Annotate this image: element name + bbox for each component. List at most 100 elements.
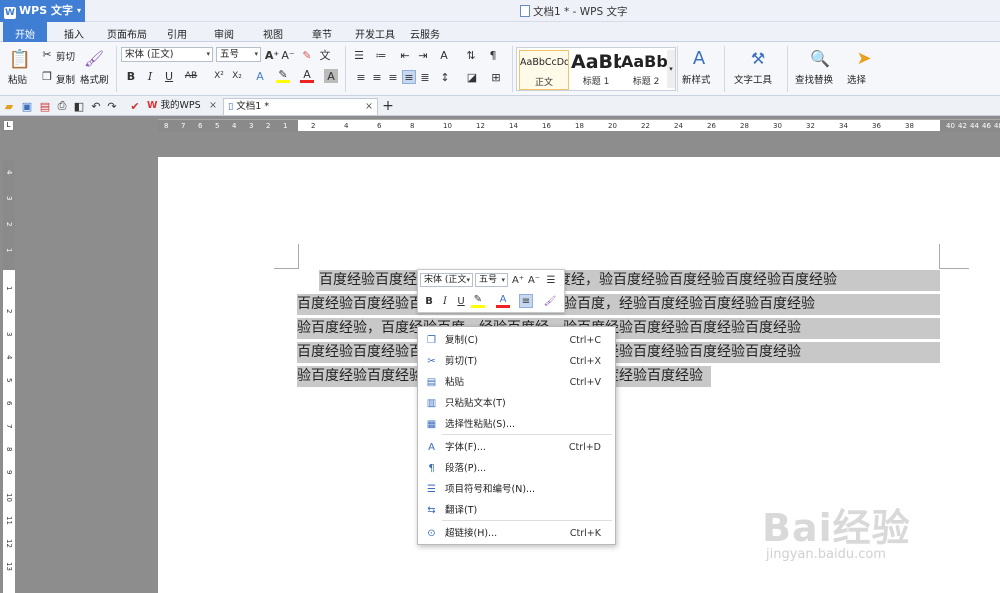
subscript-icon[interactable]: X₂: [230, 69, 244, 83]
show-marks-icon[interactable]: ¶: [486, 48, 500, 62]
save-icon[interactable]: ▣: [20, 99, 34, 113]
text-tools-button[interactable]: 文字工具: [734, 72, 772, 86]
align-icon[interactable]: ≡: [519, 294, 533, 308]
highlight-icon[interactable]: ✎: [471, 294, 485, 308]
tab-references[interactable]: 引用: [167, 26, 187, 41]
line-spacing-icon[interactable]: ☰: [544, 273, 558, 287]
distribute-icon[interactable]: ≣: [418, 70, 432, 84]
print-icon[interactable]: ⎙: [55, 99, 69, 113]
context-menu-item[interactable]: ¶ 段落(P)...: [418, 458, 615, 479]
increase-indent-icon[interactable]: ⇥: [416, 48, 430, 62]
decrease-indent-icon[interactable]: ⇤: [398, 48, 412, 62]
bold-icon[interactable]: B: [422, 294, 436, 308]
close-icon[interactable]: ×: [365, 99, 373, 115]
text-line[interactable]: 百度经验百度经验百度经验百度经验百度经验百度经验百度经验百度经验百度经验: [297, 342, 940, 363]
style-heading-1[interactable]: AaBb 标题 1: [571, 50, 621, 90]
undo-icon[interactable]: ↶: [89, 99, 103, 113]
tab-cloud[interactable]: 云服务: [410, 26, 440, 41]
mini-font-size-select[interactable]: 五号 ▾: [475, 273, 508, 287]
font-color-icon[interactable]: A: [496, 294, 510, 308]
redo-icon[interactable]: ↷: [105, 99, 119, 113]
tab-insert[interactable]: 插入: [64, 26, 84, 41]
italic-icon[interactable]: I: [438, 294, 452, 308]
cut-button[interactable]: 剪切: [56, 49, 75, 63]
style-heading-2[interactable]: AaBb(标题 2: [621, 50, 671, 90]
superscript-icon[interactable]: X²: [212, 69, 226, 83]
wps-app-menu-button[interactable]: W WPS 文字 ▾: [0, 0, 85, 22]
tab-page-layout[interactable]: 页面布局: [107, 26, 147, 41]
italic-icon[interactable]: I: [143, 69, 157, 83]
context-menu-item[interactable]: A 字体(F)... Ctrl+D: [418, 437, 615, 458]
bold-icon[interactable]: B: [124, 69, 138, 83]
find-replace-icon[interactable]: 🔍: [808, 46, 832, 70]
text-effect-icon[interactable]: A: [253, 69, 267, 83]
horizontal-ruler[interactable]: 8 7 6 5 4 3 2 1 2 4 6 8 10 12 14 16 18 20 22 24 26 28 30 32 34 36…: [158, 119, 1000, 132]
new-style-button[interactable]: 新样式: [682, 72, 711, 86]
format-painter-button[interactable]: 格式刷: [80, 72, 109, 86]
context-menu-item[interactable]: ▥ 只粘贴文本(T): [418, 393, 615, 414]
line-spacing-icon[interactable]: ↕: [438, 70, 452, 84]
print-preview-icon[interactable]: ◧: [72, 99, 86, 113]
styles-scroll-icon[interactable]: ▾: [667, 50, 675, 88]
tab-review[interactable]: 审阅: [214, 26, 234, 41]
select-button[interactable]: 选择: [847, 72, 866, 86]
align-left-icon[interactable]: ≡: [354, 70, 368, 84]
numbered-list-icon[interactable]: ≔: [374, 48, 388, 62]
copy-icon[interactable]: ❐: [40, 69, 54, 83]
tab-view[interactable]: 视图: [263, 26, 283, 41]
clear-format-icon[interactable]: ✎: [300, 48, 314, 62]
tab-chapter[interactable]: 章节: [312, 26, 332, 41]
shrink-font-icon[interactable]: A⁻: [527, 273, 541, 287]
shading-icon[interactable]: ◪: [465, 70, 479, 84]
new-tab-plus-icon[interactable]: +: [381, 98, 395, 114]
mini-font-name-select[interactable]: 宋体 (正文 ▾: [420, 273, 473, 287]
tab-document1[interactable]: ▯ 文档1 * ×: [223, 98, 378, 115]
tab-my-wps[interactable]: W 我的WPS ×: [143, 98, 221, 115]
paste-button-label[interactable]: 粘贴: [8, 72, 27, 86]
open-folder-icon[interactable]: ▰: [2, 99, 16, 113]
grow-font-icon[interactable]: A⁺: [265, 48, 279, 62]
tab-home[interactable]: 开始: [3, 22, 47, 43]
find-replace-button[interactable]: 查找替换: [795, 72, 833, 86]
font-color-icon[interactable]: A: [300, 68, 314, 83]
text-line[interactable]: 百度经验百度经验百度经验百度经验百度经，验百度经验百度经验百度经验百度经验: [319, 270, 940, 291]
context-menu-item[interactable]: ☰ 项目符号和编号(N)...: [418, 479, 615, 500]
highlight-icon[interactable]: ✎: [276, 68, 290, 83]
paste-icon[interactable]: 📋: [9, 48, 31, 70]
vertical-ruler[interactable]: 4 3 2 1 1 2 3 4 5 6 7 8 9 10 11 12 13: [3, 160, 15, 593]
context-menu-item[interactable]: ❐ 复制(C) Ctrl+C: [418, 330, 615, 351]
font-name-select[interactable]: 宋体 (正文) ▾: [121, 47, 213, 62]
borders-icon[interactable]: ⊞: [489, 70, 503, 84]
context-menu-item[interactable]: ⇆ 翻译(T): [418, 500, 615, 521]
close-icon[interactable]: ×: [209, 98, 217, 114]
format-painter-icon[interactable]: 🖌: [84, 48, 104, 68]
scissors-icon[interactable]: ✂: [40, 47, 54, 61]
char-case-icon[interactable]: A: [437, 48, 451, 62]
char-shading-icon[interactable]: A: [324, 69, 338, 83]
copy-button[interactable]: 复制: [56, 72, 75, 86]
context-menu-item[interactable]: ▤ 粘贴 Ctrl+V: [418, 372, 615, 393]
ruler-corner-tab-selector[interactable]: L: [3, 120, 14, 131]
grow-font-icon[interactable]: A⁺: [511, 273, 525, 287]
strikethrough-icon[interactable]: AB: [184, 69, 198, 83]
context-menu-item[interactable]: ⊙ 超链接(H)... Ctrl+K: [418, 523, 615, 544]
bullet-list-icon[interactable]: ☰: [352, 48, 366, 62]
text-line[interactable]: 验百度经验，百度经验百度，经验百度经，验百度经验百度经验百度经验百度经验: [297, 318, 940, 339]
new-style-icon[interactable]: A: [686, 46, 712, 70]
select-cursor-icon[interactable]: ➤: [854, 46, 874, 70]
underline-icon[interactable]: U: [162, 69, 176, 83]
phonetic-icon[interactable]: 文: [318, 48, 332, 62]
pin-icon[interactable]: ✔: [128, 99, 142, 113]
sort-icon[interactable]: ⇅: [464, 48, 478, 62]
align-center-icon[interactable]: ≡: [370, 70, 384, 84]
justify-icon[interactable]: ≡: [402, 70, 416, 84]
export-pdf-icon[interactable]: ▤: [38, 99, 52, 113]
align-right-icon[interactable]: ≡: [386, 70, 400, 84]
text-line[interactable]: 百度经验百度经验百度经验百度经验百度经验百度，经验百度经验百度经验百度经验: [297, 294, 940, 315]
format-painter-icon[interactable]: 🖌: [543, 294, 557, 308]
shrink-font-icon[interactable]: A⁻: [281, 48, 295, 62]
tab-developer[interactable]: 开发工具: [355, 26, 395, 41]
style-normal[interactable]: AaBbCcDd 正文: [519, 50, 569, 90]
underline-icon[interactable]: U: [454, 294, 468, 308]
text-tools-icon[interactable]: ⚒: [746, 46, 770, 70]
